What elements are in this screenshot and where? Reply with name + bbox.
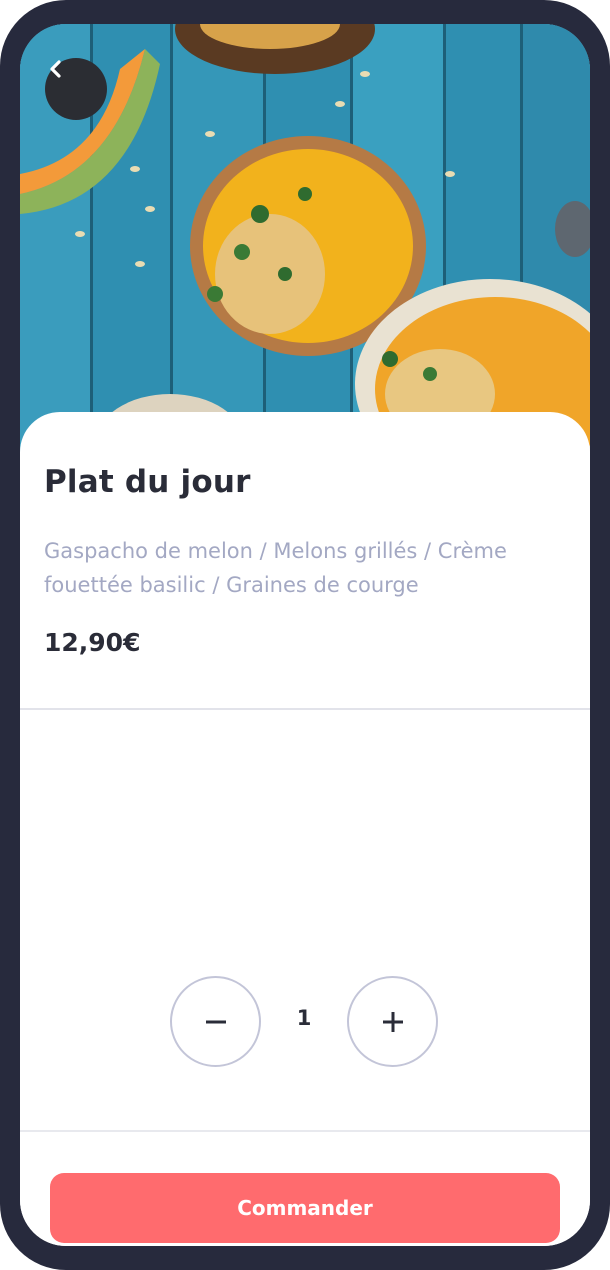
device-frame: Plat du jour Gaspacho de melon / Melons … [0,0,610,1270]
decrease-quantity-button[interactable] [170,976,261,1067]
order-button[interactable]: Commander [50,1173,560,1243]
quantity-value: 1 [296,1006,312,1030]
dish-details-card: Plat du jour Gaspacho de melon / Melons … [20,412,590,1246]
back-button[interactable] [45,58,107,120]
increase-quantity-button[interactable] [347,976,438,1067]
minus-icon [204,1010,228,1034]
dish-description: Gaspacho de melon / Melons grillés / Crè… [44,539,507,597]
plus-icon [381,1010,405,1034]
dish-price: 12,90€ [44,628,141,657]
dish-photo [20,24,590,464]
divider [20,1130,590,1132]
screen: Plat du jour Gaspacho de melon / Melons … [20,24,590,1246]
dish-title: Plat du jour [44,464,251,500]
divider [20,708,590,710]
